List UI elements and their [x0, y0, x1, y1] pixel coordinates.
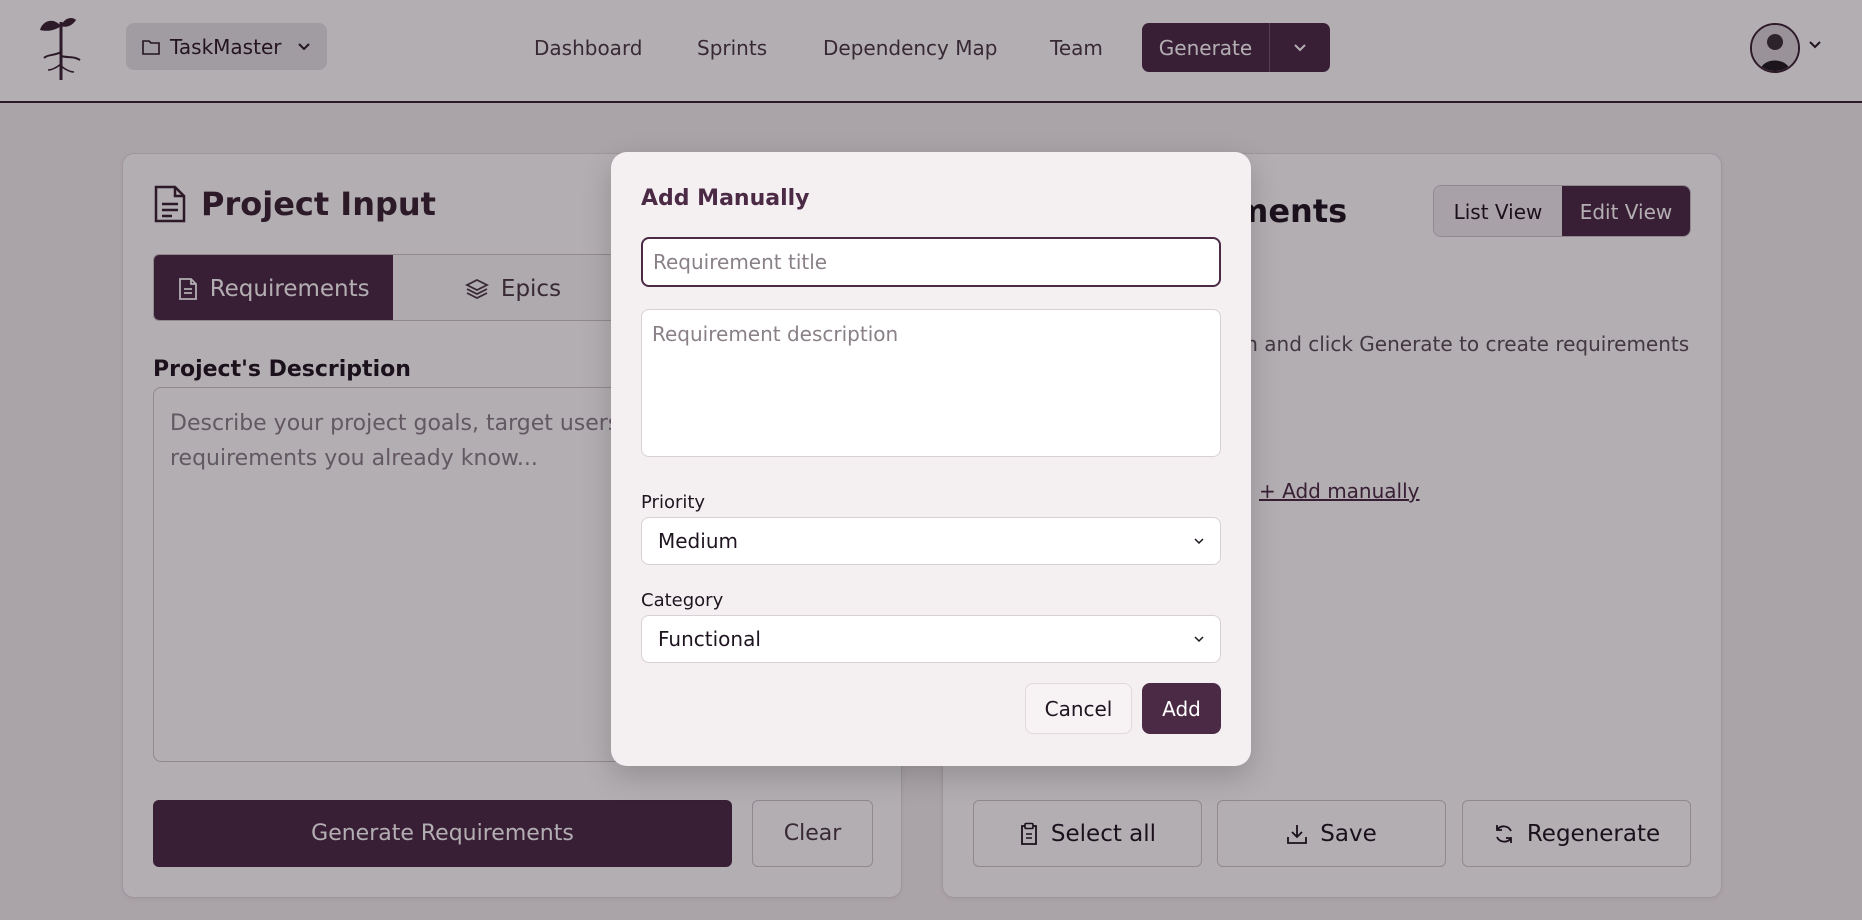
requirement-title-input[interactable] — [641, 237, 1221, 287]
priority-select[interactable]: Medium — [641, 517, 1221, 565]
cancel-button[interactable]: Cancel — [1025, 683, 1132, 734]
requirement-description-input[interactable] — [641, 309, 1221, 457]
category-label: Category — [641, 590, 724, 611]
category-value: Functional — [658, 627, 761, 651]
priority-value: Medium — [658, 529, 738, 553]
dialog-title: Add Manually — [641, 186, 810, 211]
chevron-down-icon — [1194, 635, 1204, 643]
category-select[interactable]: Functional — [641, 615, 1221, 663]
priority-label: Priority — [641, 492, 706, 513]
add-manually-dialog: Add Manually Priority Medium Category Fu… — [611, 152, 1251, 766]
add-button[interactable]: Add — [1142, 683, 1221, 734]
chevron-down-icon — [1194, 537, 1204, 545]
